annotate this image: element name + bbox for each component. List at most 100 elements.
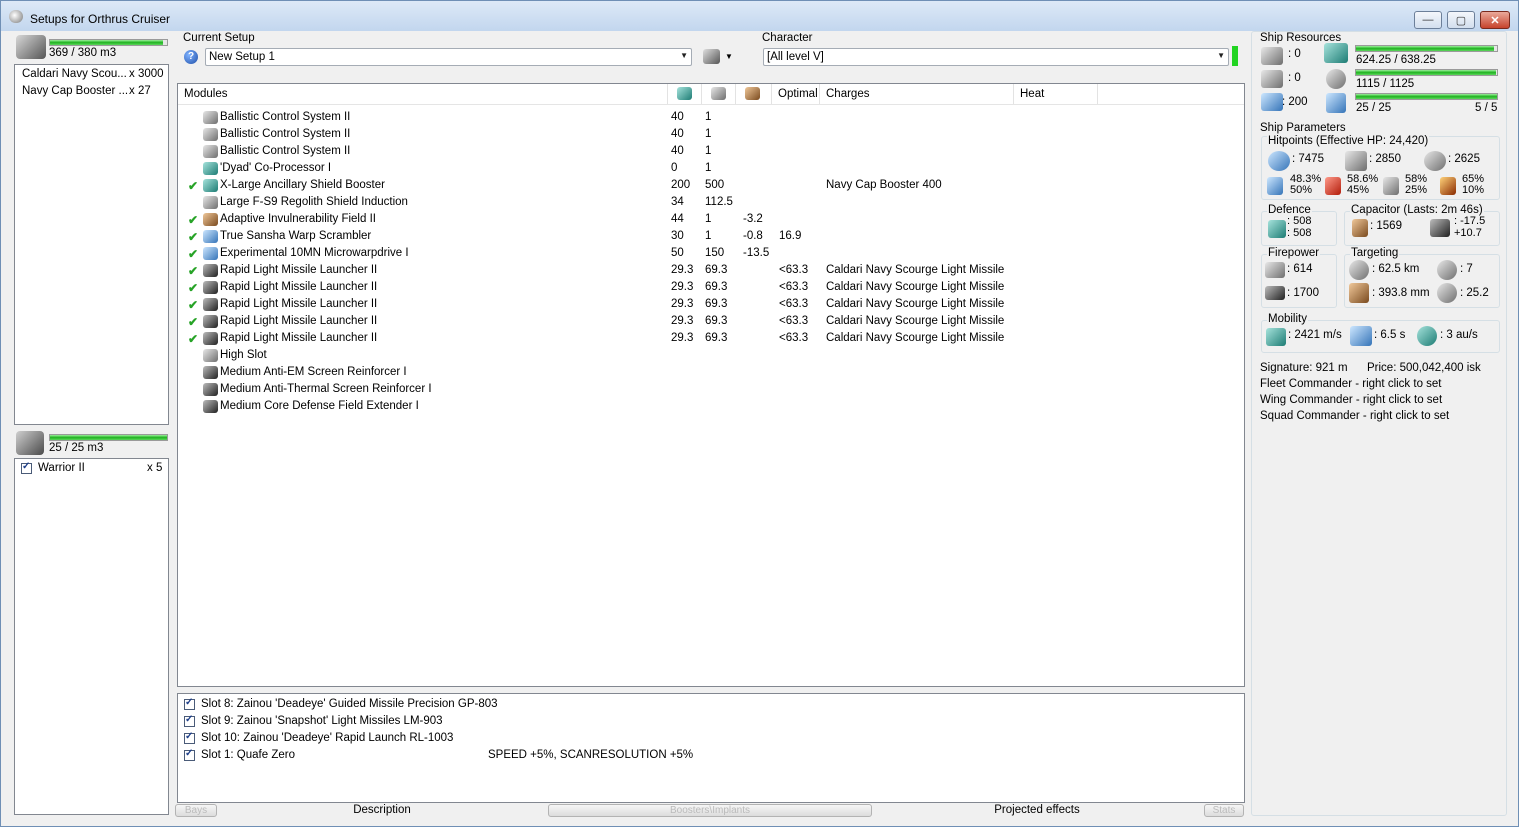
module-name: Rapid Light Missile Launcher II [220, 281, 378, 293]
squad-commander[interactable]: Squad Commander - right click to set [1260, 410, 1449, 422]
heat-column-header[interactable]: Heat [1014, 84, 1098, 104]
booster-row[interactable]: Slot 9: Zainou 'Snapshot' Light Missiles… [178, 713, 1244, 730]
module-active-check: ✔ [188, 247, 199, 261]
price-value: Price: 500,042,400 isk [1367, 362, 1481, 374]
tab-stats[interactable]: Stats [1204, 804, 1244, 817]
fleet-commander[interactable]: Fleet Commander - right click to set [1260, 378, 1442, 390]
charges-header-label: Charges [826, 88, 870, 100]
module-powergrid: 69.3 [705, 264, 728, 276]
calibration-icon [1261, 93, 1283, 111]
module-row[interactable]: ✔ X-Large Ancillary Shield Booster 200 500 N… [178, 177, 1244, 194]
booster-row[interactable]: Slot 10: Zainou 'Deadeye' Rapid Launch R… [178, 730, 1244, 747]
current-setup-label: Current Setup [183, 32, 255, 44]
module-row[interactable]: Medium Anti-EM Screen Reinforcer I [178, 364, 1244, 381]
cpu-icon [1324, 43, 1348, 63]
dps-value: : 614 [1287, 263, 1313, 275]
client-area: 369 / 380 m3 Caldari Navy Scou... x 3000… [8, 31, 1511, 821]
explosive-resist-values: 65% 10% [1462, 173, 1485, 196]
module-row[interactable]: Medium Core Defense Field Extender I [178, 398, 1244, 415]
module-active-check: ✔ [188, 281, 199, 295]
module-row[interactable]: ✔ Rapid Light Missile Launcher II 29.3 69.3… [178, 296, 1244, 313]
module-powergrid: 1 [705, 213, 712, 225]
drone-active-checkbox[interactable] [21, 461, 32, 475]
cargo-item-name[interactable]: Navy Cap Booster ... [22, 85, 128, 97]
module-cpu: 40 [671, 145, 684, 157]
powergrid-icon [711, 87, 726, 100]
module-capacitor: -13.5 [743, 247, 770, 259]
tab-bays[interactable]: Bays [175, 804, 217, 817]
screen-reinforcer-icon [203, 400, 218, 413]
wing-commander[interactable]: Wing Commander - right click to set [1260, 394, 1442, 406]
character-dropdown[interactable]: [All level V] ▼ [763, 48, 1229, 66]
charges-column-header[interactable]: Charges [820, 84, 1014, 104]
modules-column-header[interactable]: Modules [178, 84, 668, 104]
module-active-check: ✔ [188, 230, 199, 244]
module-powergrid: 500 [705, 179, 725, 191]
module-row[interactable]: High Slot [178, 347, 1244, 364]
optimal-column-header[interactable]: Optimal [772, 84, 820, 104]
module-cpu: 34 [671, 196, 684, 208]
module-row[interactable]: ✔ Experimental 10MN Microwarpdrive I 50 150… [178, 245, 1244, 262]
module-active-check: ✔ [188, 179, 199, 193]
drone-bay-capacity: 25 / 25 m3 [49, 442, 104, 454]
boosters-implants-list[interactable]: Slot 8: Zainou 'Deadeye' Guided Missile … [177, 693, 1245, 803]
minimize-button[interactable]: — [1414, 11, 1442, 29]
module-row[interactable]: ✔ Adaptive Invulnerability Field II 44 1 -3.… [178, 211, 1244, 228]
high-slot-icon [203, 349, 218, 362]
booster-row[interactable]: Slot 1: Quafe Zero SPEED +5%, SCANRESOLUT… [178, 747, 1244, 764]
booster-active-checkbox[interactable] [184, 731, 195, 744]
module-active-check: ✔ [188, 332, 199, 346]
cpu-column-header[interactable] [668, 84, 702, 104]
drone-item-name[interactable]: Warrior II [38, 462, 85, 474]
tab-boosters-implants[interactable]: Boosters\Implants [548, 804, 872, 817]
tab-description[interactable]: Description [217, 804, 547, 817]
module-row[interactable]: 'Dyad' Co-Processor I 0 1 [178, 160, 1244, 177]
module-name: 'Dyad' Co-Processor I [220, 162, 332, 174]
warp-scrambler-icon [203, 230, 218, 243]
module-name: Rapid Light Missile Launcher II [220, 315, 378, 327]
booster-effect: SPEED +5%, SCANRESOLUTION +5% [488, 749, 694, 761]
missile-launcher-icon [203, 264, 218, 277]
targeting-range-value: : 62.5 km [1372, 263, 1420, 275]
cpu-usage-value: 624.25 / 638.25 [1356, 54, 1436, 66]
module-row[interactable]: Ballistic Control System II 40 1 [178, 143, 1244, 160]
cargo-list[interactable]: Caldari Navy Scou... x 3000 Navy Cap Boo… [14, 64, 169, 425]
module-cpu: 29.3 [671, 281, 694, 293]
module-cpu: 0 [671, 162, 678, 174]
booster-active-checkbox[interactable] [184, 697, 195, 710]
module-row[interactable]: ✔ True Sansha Warp Scrambler 30 1 -0.8 16.9 [178, 228, 1244, 245]
modules-table[interactable]: Modules Optimal Charges Heat Ballistic C… [177, 83, 1245, 687]
module-powergrid: 69.3 [705, 298, 728, 310]
ballistic-control-icon [203, 128, 218, 141]
module-powergrid: 69.3 [705, 332, 728, 344]
powergrid-column-header[interactable] [702, 84, 736, 104]
module-row[interactable]: Ballistic Control System II 40 1 [178, 126, 1244, 143]
tab-projected-effects[interactable]: Projected effects [872, 804, 1202, 817]
module-optimal: <63.3 [779, 281, 809, 293]
module-row[interactable]: ✔ Rapid Light Missile Launcher II 29.3 69.3… [178, 313, 1244, 330]
setup-dropdown[interactable]: New Setup 1 ▼ [205, 48, 692, 66]
module-row[interactable]: Medium Anti-Thermal Screen Reinforcer I [178, 381, 1244, 398]
booster-active-checkbox[interactable] [184, 714, 195, 727]
drone-list[interactable]: Warrior II x 5 [14, 458, 169, 815]
module-row[interactable]: ✔ Rapid Light Missile Launcher II 29.3 69.3… [178, 279, 1244, 296]
help-icon[interactable]: ? [184, 50, 198, 64]
module-name: Medium Core Defense Field Extender I [220, 400, 419, 412]
module-row[interactable]: Ballistic Control System II 40 1 [178, 109, 1244, 126]
character-label: Character [762, 32, 813, 44]
booster-active-checkbox[interactable] [184, 748, 195, 761]
cargo-item-name[interactable]: Caldari Navy Scou... [22, 68, 127, 80]
booster-name: Slot 9: Zainou 'Snapshot' Light Missiles… [201, 715, 443, 727]
module-name: Experimental 10MN Microwarpdrive I [220, 247, 409, 259]
ship-menu-icon[interactable] [703, 49, 720, 64]
booster-row[interactable]: Slot 8: Zainou 'Deadeye' Guided Missile … [178, 696, 1244, 713]
capacitor-column-header[interactable] [736, 84, 772, 104]
module-row[interactable]: Large F-S9 Regolith Shield Induction 34 11… [178, 194, 1244, 211]
chevron-down-icon[interactable]: ▼ [725, 52, 733, 61]
character-dropdown-value: [All level V] [767, 51, 824, 63]
targeting-range-icon [1349, 260, 1369, 280]
module-row[interactable]: ✔ Rapid Light Missile Launcher II 29.3 69.3… [178, 262, 1244, 279]
module-row[interactable]: ✔ Rapid Light Missile Launcher II 29.3 69.3… [178, 330, 1244, 347]
maximize-button[interactable]: ▢ [1447, 11, 1475, 29]
close-button[interactable]: ✕ [1480, 11, 1510, 29]
